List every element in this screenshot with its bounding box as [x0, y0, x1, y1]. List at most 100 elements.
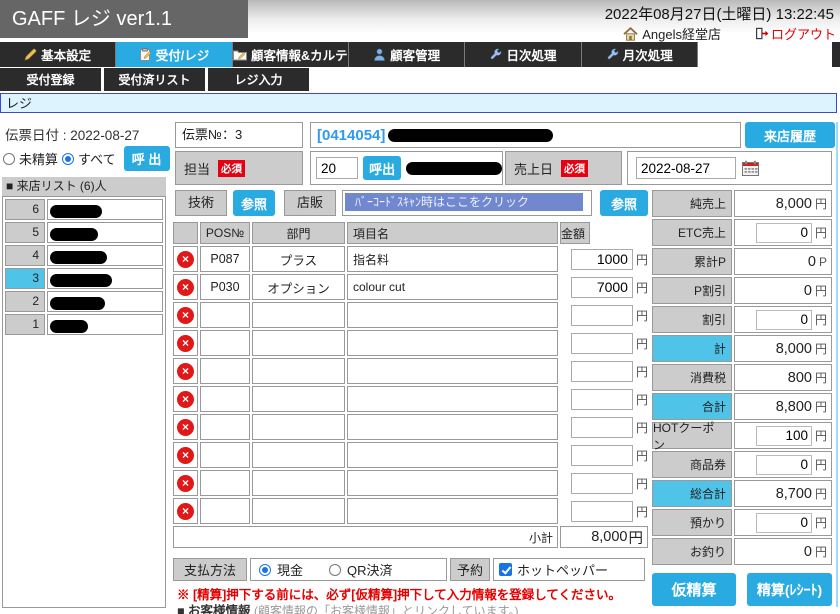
reserve-label-cell: 予約: [450, 558, 490, 581]
nav-edge: [832, 42, 840, 67]
delete-icon[interactable]: ×: [177, 475, 194, 492]
amount-input[interactable]: [571, 501, 633, 522]
subtab-register-input[interactable]: レジ入力: [208, 68, 309, 91]
payment-method-label: 支払方法: [173, 558, 247, 581]
delete-icon[interactable]: ×: [177, 391, 194, 408]
amount-cell: 円: [560, 498, 648, 524]
summary-input[interactable]: [756, 455, 812, 475]
datetime: 2022年08月27日(土曜日) 13:22:45: [605, 3, 834, 24]
delete-cell: ×: [173, 386, 198, 412]
summary-input[interactable]: [756, 310, 812, 330]
delete-icon[interactable]: ×: [177, 503, 194, 520]
amount-input[interactable]: [571, 361, 633, 382]
amount-input[interactable]: [571, 389, 633, 410]
yen-unit: 円: [636, 307, 648, 324]
amount-input[interactable]: [571, 305, 633, 326]
visit-list-item[interactable]: 2: [5, 291, 163, 312]
summary-input[interactable]: [756, 426, 812, 446]
summary-value: 0円: [734, 277, 832, 304]
call-button[interactable]: 呼 出: [124, 146, 170, 171]
temp-settle-button[interactable]: 仮精算: [652, 573, 736, 606]
pencil-icon: [24, 48, 37, 61]
radio-unsettled[interactable]: [3, 153, 15, 165]
tech-reference-button[interactable]: 参照: [233, 190, 275, 216]
delete-icon[interactable]: ×: [177, 447, 194, 464]
totals-panel: 純売上8,000円ETC売上円累計P0PP割引0円割引円計8,000円消費税80…: [652, 190, 832, 567]
amount-input[interactable]: [571, 333, 633, 354]
summary-value: 0円: [734, 538, 832, 565]
summary-label: 合計: [652, 393, 732, 420]
delete-icon[interactable]: ×: [177, 419, 194, 436]
delete-icon[interactable]: ×: [177, 307, 194, 324]
amount-input[interactable]: [571, 277, 633, 298]
summary-label: 累計P: [652, 248, 732, 275]
tab-customer-info-karte[interactable]: 顧客情報&カルテ: [233, 42, 349, 67]
item-name-cell: colour cut: [347, 274, 558, 300]
subtotal-label: 小計: [173, 526, 558, 548]
amount-cell: 円: [560, 470, 648, 496]
delete-cell: ×: [173, 414, 198, 440]
settle-receipt-button[interactable]: 精算(ﾚｼｰﾄ): [747, 573, 832, 606]
staff-field: 呼出: [310, 151, 503, 185]
logout-icon: [755, 27, 769, 40]
amount-input[interactable]: [571, 249, 633, 270]
redacted-customer-name: [388, 129, 553, 142]
summary-input[interactable]: [756, 513, 812, 533]
barcode-field[interactable]: ﾊﾞｰｺｰﾄﾞｽｷｬﾝ時はここをクリック: [342, 190, 592, 216]
tab-daily-processing[interactable]: 日次処理: [465, 42, 581, 67]
visit-list-item[interactable]: 4: [5, 245, 163, 266]
staff-call-button[interactable]: 呼出: [363, 156, 401, 180]
tab-customer-management[interactable]: 顧客管理: [349, 42, 465, 67]
delete-icon[interactable]: ×: [177, 251, 194, 268]
delete-icon[interactable]: ×: [177, 279, 194, 296]
slip-number: 伝票№：3: [175, 122, 303, 148]
summary-value: 8,800円: [734, 393, 832, 420]
visit-list-item[interactable]: 6: [5, 199, 163, 220]
visit-history-button[interactable]: 来店履歴: [745, 122, 835, 148]
logout-link[interactable]: ログアウト: [755, 24, 836, 43]
retail-reference-button[interactable]: 参照: [600, 190, 648, 216]
visit-list-item[interactable]: 1: [5, 314, 163, 335]
delete-icon[interactable]: ×: [177, 335, 194, 352]
amount-input[interactable]: [571, 473, 633, 494]
tab-monthly-processing[interactable]: 月次処理: [582, 42, 698, 67]
subtab-reception-entry[interactable]: 受付登録: [0, 68, 101, 91]
summary-row: 総合計8,700円: [652, 480, 832, 507]
amount-input[interactable]: [571, 445, 633, 466]
main-nav: 基本設定受付/レジ顧客情報&カルテ顧客管理日次処理 月次処理: [0, 42, 698, 67]
delete-icon[interactable]: ×: [177, 363, 194, 380]
payment-row: 支払方法 現金 QR決済 予約 ホットペッパー: [173, 558, 645, 581]
staff-label: 担当: [184, 159, 210, 178]
customer-field[interactable]: [0414054]: [310, 122, 741, 148]
pos-no-cell: [200, 330, 250, 356]
subtotal-row: 小計 8,000円: [173, 526, 650, 548]
subtab-reception-list[interactable]: 受付済リスト: [104, 68, 205, 91]
radio-qr[interactable]: [329, 564, 341, 576]
radio-cash[interactable]: [259, 564, 271, 576]
summary-value: 円: [734, 509, 832, 536]
item-name-cell: [347, 358, 558, 384]
radio-all[interactable]: [62, 153, 74, 165]
amount-input[interactable]: [571, 417, 633, 438]
summary-label: P割引: [652, 277, 732, 304]
item-name-cell: [347, 302, 558, 328]
unit-label: 円: [815, 456, 827, 473]
sale-date-input[interactable]: [636, 157, 736, 179]
unit-label: 円: [815, 195, 827, 212]
tab-label: 月次処理: [623, 45, 673, 64]
summary-label: 預かり: [652, 509, 732, 536]
summary-input[interactable]: [756, 223, 812, 243]
visit-name: [47, 268, 163, 289]
tab-reception-register[interactable]: 受付/レジ: [116, 42, 232, 67]
calendar-icon[interactable]: [742, 160, 759, 176]
summary-label: 消費税: [652, 364, 732, 391]
staff-code-input[interactable]: [316, 157, 358, 179]
visit-list-item[interactable]: 3: [5, 268, 163, 289]
slip-date-label: 伝票日付 :: [5, 128, 67, 143]
tab-basic-settings[interactable]: 基本設定: [0, 42, 116, 67]
hotpepper-checkbox[interactable]: [499, 563, 512, 576]
filter-radio-row: 未精算 すべて 呼 出: [3, 146, 170, 171]
wrench-icon: [606, 48, 619, 61]
visit-list-item[interactable]: 5: [5, 222, 163, 243]
amount-cell: 円: [560, 274, 648, 300]
